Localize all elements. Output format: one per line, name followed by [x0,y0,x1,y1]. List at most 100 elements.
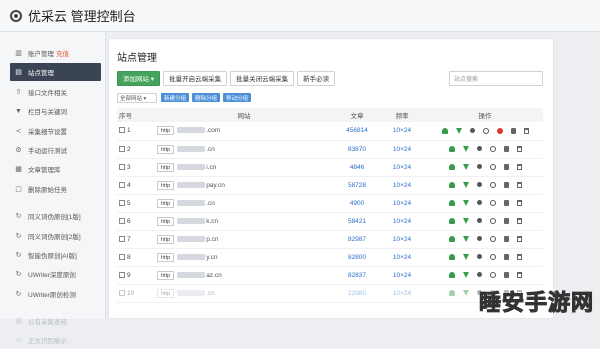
site-domain[interactable]: .cn [206,146,215,153]
database-icon[interactable] [503,199,509,206]
site-domain[interactable]: pay.cn [206,182,225,189]
sidebar-item-0[interactable]: ▥ 账户管理 充值 [0,44,105,62]
share-icon[interactable] [476,218,482,224]
site-domain[interactable]: az.cn [206,272,222,279]
site-domain[interactable]: k.cn [206,218,218,225]
gear-icon[interactable] [489,271,496,278]
article-count[interactable]: 58728 [337,176,377,194]
batch-disable-cloud-button[interactable]: 批量关闭云端采集 [230,70,295,86]
frequency[interactable]: 10×24 [377,122,427,140]
database-icon[interactable] [503,271,509,278]
new-group-button[interactable]: 新建分组 [161,93,190,102]
gear-icon[interactable] [489,163,496,170]
article-count[interactable]: 58421 [337,212,377,230]
sidebar-item-9[interactable]: ↻ 同义词伪原创[1版] [0,207,105,225]
database-icon[interactable] [503,253,509,260]
cloud-icon[interactable] [448,235,455,242]
site-search-input[interactable]: 站点搜索 [449,70,543,86]
share-icon[interactable] [476,272,482,278]
cloud-icon[interactable] [441,127,448,134]
trash-icon[interactable] [516,181,522,188]
frequency[interactable]: 10×24 [377,284,427,302]
filter-icon[interactable] [462,253,469,260]
article-count[interactable]: 83870 [337,140,377,158]
article-count[interactable]: 82800 [337,248,377,266]
cloud-icon[interactable] [448,145,455,152]
cloud-icon[interactable] [448,289,455,296]
frequency[interactable]: 10×24 [377,230,427,248]
sidebar-item-3[interactable]: ▼ 栏目与关键词 [0,102,105,120]
site-domain[interactable]: .cn [206,200,215,207]
row-checkbox[interactable] [119,217,125,224]
gear-icon[interactable] [489,217,496,224]
site-domain[interactable]: y.cn [206,254,217,261]
article-count[interactable]: 22980 [337,284,377,302]
share-icon[interactable] [476,182,482,188]
cloud-icon[interactable] [448,217,455,224]
article-count[interactable]: 4846 [337,158,377,176]
recharge-badge[interactable]: 充值 [56,48,69,58]
share-icon[interactable] [476,164,482,170]
trash-icon[interactable] [516,235,522,242]
article-count[interactable]: 4900 [337,194,377,212]
delete-icon[interactable] [496,127,503,134]
add-site-button[interactable]: 添加网站 ▾ [117,70,161,86]
database-icon[interactable] [503,145,509,152]
trash-icon[interactable] [516,253,522,260]
filter-icon[interactable] [462,271,469,278]
sidebar-item-12[interactable]: ↻ UWriter深度原创 [0,265,105,283]
row-checkbox[interactable] [119,289,125,296]
sidebar-item-13[interactable]: ↻ UWriter原创检测 [0,285,105,303]
row-checkbox[interactable] [119,181,125,188]
cloud-icon[interactable] [448,199,455,206]
cloud-icon[interactable] [448,253,455,260]
filter-icon[interactable] [462,217,469,224]
sidebar-item-16[interactable]: ▭ 正文识别展示 [0,331,105,349]
filter-icon[interactable] [462,289,469,296]
sidebar-item-10[interactable]: ↻ 同义词伪原创[2版] [0,227,105,245]
article-count[interactable]: 456814 [337,122,377,140]
sidebar-item-7[interactable]: ▢ 删除原始任务 [0,180,105,198]
database-icon[interactable] [503,235,509,242]
delete-group-button[interactable]: 删除分组 [192,93,221,102]
row-checkbox[interactable] [119,127,125,134]
site-domain[interactable]: p.cn [206,236,218,243]
site-domain[interactable]: .cn [206,290,215,297]
filter-icon[interactable] [462,145,469,152]
frequency[interactable]: 10×24 [377,158,427,176]
article-count[interactable]: 82837 [337,266,377,284]
cloud-icon[interactable] [448,181,455,188]
database-icon[interactable] [503,163,509,170]
gear-icon[interactable] [489,235,496,242]
trash-icon[interactable] [516,271,522,278]
sidebar-item-2[interactable]: ⇧ 接口文件相关 [0,83,105,101]
gear-icon[interactable] [489,199,496,206]
database-icon[interactable] [503,217,509,224]
share-icon[interactable] [476,200,482,206]
row-checkbox[interactable] [119,253,125,260]
sidebar-item-6[interactable]: ▦ 文章管理库 [0,160,105,178]
gear-icon[interactable] [489,253,496,260]
database-icon[interactable] [510,127,516,134]
filter-icon[interactable] [462,163,469,170]
sidebar-item-1[interactable]: ▤ 站点管理 [10,63,101,82]
newbie-guide-button[interactable]: 新手必读 [297,70,336,86]
sidebar-item-11[interactable]: ↻ 智能伪原创[AI版] [0,246,105,264]
filter-icon[interactable] [462,199,469,206]
trash-icon[interactable] [516,199,522,206]
gear-icon[interactable] [489,181,496,188]
site-domain[interactable]: i.cn [206,164,216,171]
frequency[interactable]: 10×24 [377,194,427,212]
sidebar-item-5[interactable]: ⚙ 手动运行测试 [0,141,105,159]
trash-icon[interactable] [523,127,529,134]
filter-icon[interactable] [462,181,469,188]
site-domain[interactable]: .com [206,127,220,134]
gear-icon[interactable] [489,145,496,152]
row-checkbox[interactable] [119,235,125,242]
sidebar-item-15[interactable]: ▤ 公有采集查阅 [0,312,105,330]
row-checkbox[interactable] [119,199,125,206]
row-checkbox[interactable] [119,145,125,152]
trash-icon[interactable] [516,217,522,224]
frequency[interactable]: 10×24 [377,266,427,284]
filter-icon[interactable] [455,127,462,134]
